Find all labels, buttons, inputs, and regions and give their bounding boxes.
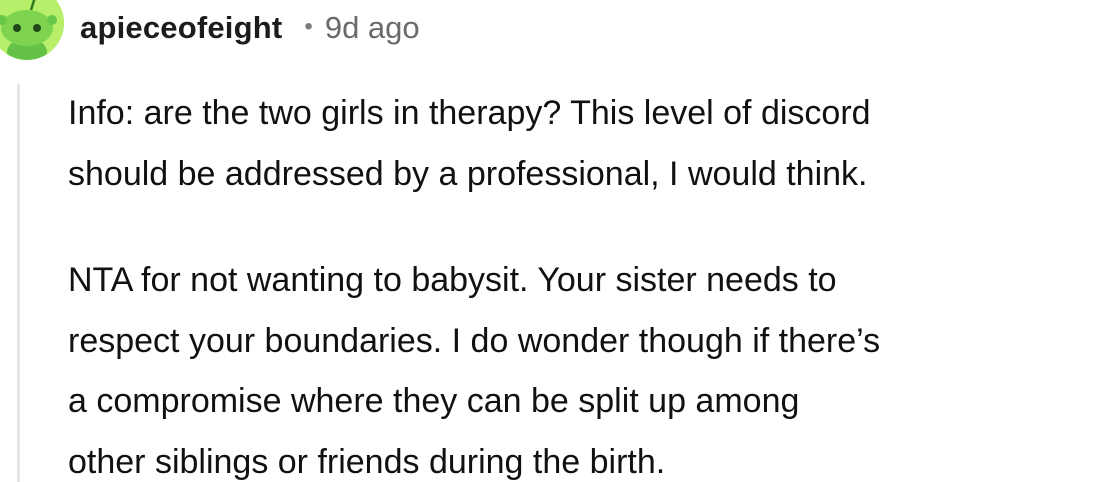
- meta-separator: •: [304, 13, 313, 40]
- comment-line: NTA for not wanting to babysit. Your sis…: [68, 261, 837, 299]
- comment-header: apieceofeight • 9d ago: [80, 5, 420, 51]
- comment-line: a compromise where they can be split up …: [68, 382, 800, 420]
- comment-line: other siblings or friends during the bir…: [68, 442, 666, 481]
- timestamp[interactable]: 9d ago: [325, 10, 420, 46]
- comment-line: should be addressed by a professional, I…: [68, 154, 868, 193]
- username-link[interactable]: apieceofeight: [80, 10, 282, 46]
- comment: apieceofeight • 9d ago Info: are the two…: [0, 0, 1120, 482]
- comment-line: Info: are the two girls in therapy? This…: [68, 94, 871, 132]
- user-avatar[interactable]: [0, 0, 64, 60]
- comment-line: respect your boundaries. I do wonder tho…: [68, 321, 881, 360]
- thread-line[interactable]: [17, 84, 20, 482]
- comment-body: Info: are the two girls in therapy? This…: [68, 83, 1120, 482]
- snoo-avatar-icon: [0, 0, 64, 60]
